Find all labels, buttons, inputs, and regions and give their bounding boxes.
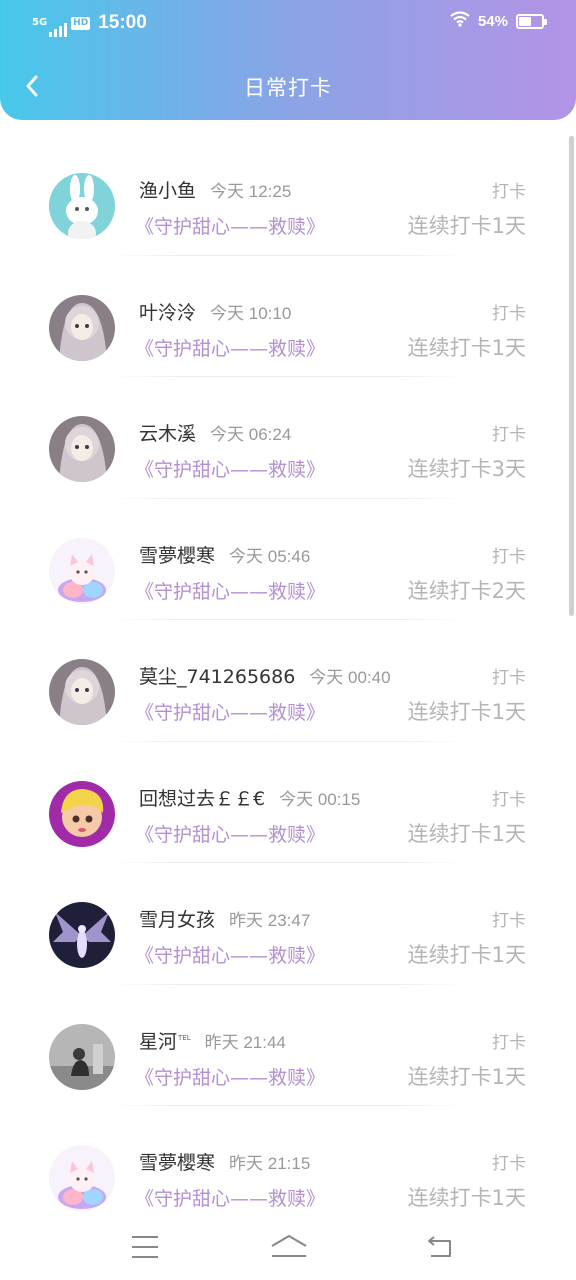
book-link[interactable]: 《守护甜心——救赎》 — [135, 941, 325, 968]
system-nav-bar — [0, 1214, 576, 1280]
user-name[interactable]: 回想过去￡￡€ — [139, 784, 265, 811]
checkin-time: 今天 06:24 — [210, 425, 292, 444]
avatar[interactable] — [49, 537, 115, 604]
page-title: 日常打卡 — [244, 76, 332, 100]
checkin-row[interactable]: 星河 TEL 昨天 21:44 《守护甜心——救赎》 打卡连续打卡1天 — [0, 985, 576, 1106]
checkin-time: 昨天 21:44 — [204, 1032, 286, 1052]
book-link[interactable]: 《守护甜心——救赎》 — [135, 1184, 325, 1211]
back-icon[interactable] — [420, 1230, 460, 1264]
name-line: 回想过去￡￡€ 今天 00:15 — [139, 784, 360, 811]
user-name[interactable]: 星河 — [139, 1027, 177, 1054]
book-link[interactable]: 《守护甜心——救赎》 — [135, 698, 325, 725]
user-name[interactable]: 雪夢櫻寒 — [139, 1148, 215, 1175]
checkin-row[interactable]: 云木溪 今天 06:24 《守护甜心——救赎》 打卡连续打卡3天 — [0, 377, 576, 499]
checkin-list[interactable]: 渔小鱼 今天 12:25 《守护甜心——救赎》 打卡 连续打卡1天 叶泠泠 今天 10:10… — [0, 134, 576, 1214]
avatar[interactable] — [49, 1023, 115, 1090]
checkin-row[interactable]: 雪夢櫻寒 昨天 21:15 《守护甜心——救赎》 打卡连续打卡1天 — [0, 1106, 576, 1214]
streak-text: 连续打卡1天 — [407, 1064, 526, 1089]
network-type: 5G — [32, 17, 48, 28]
user-name[interactable]: 雪月女孩 — [139, 905, 215, 932]
checkin-label: 打卡 — [492, 789, 526, 810]
checkin-label: 打卡 — [492, 425, 526, 445]
checkin-row[interactable]: 叶泠泠 今天 10:10 《守护甜心——救赎》 打卡连续打卡1天 — [0, 256, 576, 377]
checkin-label: 打卡 — [492, 182, 526, 202]
avatar[interactable] — [49, 173, 115, 239]
checkin-label: 打卡 — [492, 1032, 526, 1053]
streak-text: 连续打卡1天 — [407, 214, 526, 238]
name-line: 莫尘_741265686 今天 00:40 — [139, 662, 391, 689]
signal-icon — [49, 19, 68, 37]
checkin-label: 打卡 — [492, 546, 526, 567]
book-link[interactable]: 《守护甜心——救赎》 — [135, 212, 325, 239]
streak-text: 连续打卡1天 — [407, 821, 526, 846]
book-link[interactable]: 《守护甜心——救赎》 — [135, 577, 325, 604]
streak-text: 连续打卡3天 — [407, 457, 526, 481]
scrollbar[interactable] — [569, 136, 574, 616]
checkin-row[interactable]: 回想过去￡￡€ 今天 00:15 《守护甜心——救赎》 打卡连续打卡1天 — [0, 742, 576, 863]
avatar[interactable] — [49, 780, 115, 847]
checkin-label: 打卡 — [492, 1154, 526, 1174]
wifi-icon — [450, 11, 470, 31]
checkin-time: 今天 00:15 — [279, 789, 361, 809]
checkin-label: 打卡 — [492, 303, 526, 324]
name-line: 星河 TEL 昨天 21:44 — [139, 1027, 286, 1054]
name-line: 雪夢櫻寒 今天 05:46 — [139, 541, 310, 568]
streak-text: 连续打卡1天 — [407, 700, 526, 724]
user-name[interactable]: 渔小鱼 — [139, 176, 196, 203]
avatar[interactable] — [49, 659, 115, 725]
checkin-time: 今天 12:25 — [210, 182, 292, 201]
user-name[interactable]: 叶泠泠 — [139, 298, 196, 325]
hd-badge: HD — [71, 16, 91, 30]
checkin-row[interactable]: 雪夢櫻寒 今天 05:46 《守护甜心——救赎》 打卡连续打卡2天 — [0, 499, 576, 620]
checkin-time: 昨天 21:15 — [229, 1154, 311, 1173]
home-icon[interactable] — [268, 1230, 310, 1264]
name-line: 云木溪 今天 06:24 — [139, 419, 291, 446]
avatar[interactable] — [49, 902, 115, 968]
checkin-row[interactable]: 雪月女孩 昨天 23:47 《守护甜心——救赎》 打卡连续打卡1天 — [0, 863, 576, 985]
checkin-row[interactable]: 渔小鱼 今天 12:25 《守护甜心——救赎》 打卡连续打卡1天 — [0, 134, 576, 256]
user-name[interactable]: 莫尘_741265686 — [139, 662, 295, 689]
header-bar: 5G HD 15:00 54% 日常打卡 — [0, 0, 576, 120]
checkin-row[interactable]: 莫尘_741265686 今天 00:40 《守护甜心——救赎》 打卡连续打卡1天 — [0, 620, 576, 742]
streak-text: 连续打卡1天 — [407, 1186, 526, 1210]
book-link[interactable]: 《守护甜心——救赎》 — [135, 334, 325, 361]
battery-percent: 54% — [477, 12, 508, 30]
checkin-label: 打卡 — [492, 668, 526, 688]
streak-text: 连续打卡1天 — [407, 335, 526, 360]
avatar[interactable] — [49, 294, 115, 361]
checkin-time: 今天 00:40 — [309, 668, 391, 687]
streak-text: 连续打卡2天 — [407, 578, 526, 603]
checkin-time: 今天 10:10 — [210, 303, 292, 323]
title-bar: 日常打卡 — [0, 58, 576, 114]
checkin-label: 打卡 — [492, 911, 526, 931]
user-name[interactable]: 云木溪 — [139, 419, 196, 446]
book-link[interactable]: 《守护甜心——救赎》 — [135, 455, 325, 482]
book-link[interactable]: 《守护甜心——救赎》 — [135, 1063, 325, 1090]
book-link[interactable]: 《守护甜心——救赎》 — [135, 820, 325, 847]
battery-icon — [516, 13, 547, 29]
user-name[interactable]: 雪夢櫻寒 — [139, 541, 215, 568]
checkin-time: 今天 05:46 — [229, 546, 311, 566]
streak-text: 连续打卡1天 — [407, 943, 526, 967]
name-superscript: TEL — [178, 1033, 191, 1042]
avatar[interactable] — [49, 1145, 115, 1211]
name-line: 雪月女孩 昨天 23:47 — [139, 905, 310, 932]
menu-icon[interactable] — [125, 1230, 165, 1264]
clock: 15:00 — [98, 12, 147, 33]
name-line: 渔小鱼 今天 12:25 — [139, 176, 291, 203]
status-bar: 5G HD 15:00 54% — [0, 0, 576, 44]
name-line: 雪夢櫻寒 昨天 21:15 — [139, 1148, 310, 1175]
avatar[interactable] — [49, 416, 115, 482]
checkin-time: 昨天 23:47 — [229, 911, 311, 930]
name-line: 叶泠泠 今天 10:10 — [139, 298, 291, 325]
